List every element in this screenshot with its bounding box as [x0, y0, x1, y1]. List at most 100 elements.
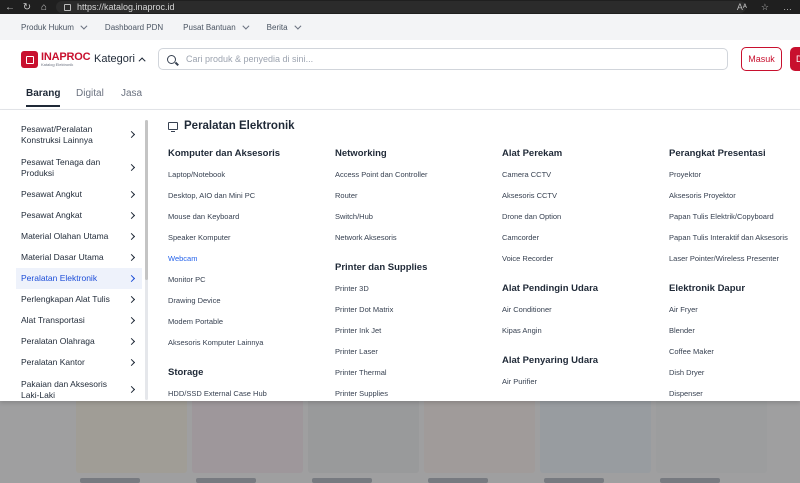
subcategory-link[interactable]: Camera CCTV — [502, 170, 662, 191]
chevron-right-icon — [127, 316, 136, 325]
sidebar-item[interactable]: Peralatan Elektronik — [16, 268, 142, 289]
subcategory-link[interactable]: Proyektor — [669, 170, 800, 191]
subcategory-group-title[interactable]: Komputer dan Aksesoris — [168, 148, 328, 170]
subcategory-link[interactable]: Kipas Angin — [502, 326, 662, 347]
tab-digital[interactable]: Digital — [76, 88, 104, 105]
register-button[interactable]: D — [790, 47, 800, 71]
subcategory-link[interactable]: Laser Pointer/Wireless Presenter — [669, 254, 800, 275]
sidebar-item[interactable]: Peralatan Kantor — [16, 352, 142, 373]
sidebar-item-label: Pesawat/Peralatan Konstruksi Lainnya — [21, 123, 93, 145]
chevron-right-icon — [127, 295, 136, 304]
sidebar-item[interactable]: Pesawat Angkat — [16, 205, 142, 226]
util-nav-item[interactable]: Dashboard PDN — [105, 23, 163, 32]
subcategory-link[interactable]: Printer Ink Jet — [335, 326, 495, 347]
logo-subtext: Katalog Elektronik — [41, 62, 74, 67]
kategori-dropdown[interactable]: Kategori — [94, 53, 146, 65]
subcategory-link[interactable]: Speaker Komputer — [168, 233, 328, 254]
subcategory-link[interactable]: Access Point dan Controller — [335, 170, 495, 191]
subcategory-group-title[interactable]: Networking — [335, 148, 495, 170]
subcategory-link[interactable]: HDD/SSD External Case Hub — [168, 389, 328, 401]
subcategory-link[interactable]: Papan Tulis Elektrik/Copyboard — [669, 212, 800, 233]
subcategory-group-title[interactable]: Perangkat Presentasi — [669, 148, 800, 170]
subcategory-group-title[interactable]: Storage — [168, 367, 328, 389]
page-overlay[interactable] — [0, 401, 800, 483]
favorite-star-icon[interactable]: ☆ — [761, 2, 769, 13]
subcategory-link[interactable]: Coffee Maker — [669, 347, 800, 368]
subcategory-group-title[interactable]: Elektronik Dapur — [669, 283, 800, 305]
chevron-right-icon — [127, 385, 136, 394]
util-nav-label: Pusat Bantuan — [183, 22, 236, 32]
subcategory-link[interactable]: Blender — [669, 326, 800, 347]
browser-menu-icon[interactable]: … — [783, 2, 792, 12]
sidebar-item[interactable]: Pesawat Angkut — [16, 184, 142, 205]
subcategory-link[interactable]: Drawing Device — [168, 296, 328, 317]
chevron-right-icon — [127, 274, 136, 283]
util-nav-label: Produk Hukum — [21, 22, 74, 32]
subcategory-group-title[interactable]: Alat Perekam — [502, 148, 662, 170]
tab-jasa[interactable]: Jasa — [121, 88, 142, 105]
subcategory-link[interactable]: Printer Laser — [335, 347, 495, 368]
subcategory-link[interactable]: Voice Recorder — [502, 254, 662, 275]
sidebar-item-label: Perlengkapan Alat Tulis — [21, 294, 110, 305]
subcategory-link[interactable]: Dispenser — [669, 389, 800, 401]
sidebar-item[interactable]: Pakaian dan Aksesoris Laki-Laki — [16, 373, 142, 401]
subcategory-link[interactable]: Papan Tulis Interaktif dan Aksesoris — [669, 233, 800, 254]
subcategory-link[interactable]: Printer Dot Matrix — [335, 305, 495, 326]
sidebar-item-label: Material Olahan Utama — [21, 231, 109, 242]
subcategory-link[interactable]: Aksesoris CCTV — [502, 191, 662, 212]
chevron-down-icon — [293, 22, 302, 30]
login-button[interactable]: Masuk — [741, 47, 782, 71]
subcategory-link[interactable]: Air Conditioner — [502, 305, 662, 326]
subcategory-link[interactable]: Printer Supplies — [335, 389, 495, 401]
subcategory-link[interactable]: Drone dan Option — [502, 212, 662, 233]
subcategory-link[interactable]: Mouse dan Keyboard — [168, 212, 328, 233]
back-icon[interactable]: ← — [3, 0, 17, 14]
subcategory-link[interactable]: Printer 3D — [335, 284, 495, 305]
subcategory-link[interactable]: Camcorder — [502, 233, 662, 254]
sidebar-item[interactable]: Material Dasar Utama — [16, 247, 142, 268]
sidebar-item[interactable]: Perlengkapan Alat Tulis — [16, 289, 142, 310]
util-nav-item[interactable]: Berita — [267, 22, 302, 32]
sidebar-item[interactable]: Pesawat/Peralatan Konstruksi Lainnya — [16, 118, 142, 151]
subcategory-link[interactable]: Monitor PC — [168, 275, 328, 296]
sidebar-item[interactable]: Material Olahan Utama — [16, 226, 142, 247]
sidebar-scrollbar[interactable] — [145, 120, 148, 400]
subcategory-link[interactable]: Laptop/Notebook — [168, 170, 328, 191]
subcategory-link[interactable]: Desktop, AIO dan Mini PC — [168, 191, 328, 212]
sidebar-item-label: Peralatan Kantor — [21, 357, 85, 368]
subcategory-link[interactable]: Air Fryer — [669, 305, 800, 326]
util-nav-label: Dashboard PDN — [104, 22, 164, 32]
subcategory-group-title[interactable]: Printer dan Supplies — [335, 262, 495, 284]
inaproc-logo[interactable]: INAPROC Katalog Elektronik — [21, 51, 91, 68]
subcategory-link[interactable]: Webcam — [168, 254, 328, 275]
subcategory-link[interactable]: Switch/Hub — [335, 212, 495, 233]
lock-icon — [64, 3, 71, 11]
subcategory-group-title[interactable]: Alat Pendingin Udara — [502, 283, 662, 305]
subcategory-link[interactable]: Modem Portable — [168, 317, 328, 338]
chevron-right-icon — [127, 253, 136, 262]
sidebar-item[interactable]: Alat Transportasi — [16, 310, 142, 331]
subcategory-link[interactable]: Aksesoris Proyektor — [669, 191, 800, 212]
tab-barang[interactable]: Barang — [26, 88, 61, 107]
scrollbar-thumb[interactable] — [145, 120, 148, 280]
sidebar-item-label: Pesawat Angkat — [21, 210, 82, 221]
subcategory-link[interactable]: Printer Thermal — [335, 368, 495, 389]
reload-icon[interactable]: ↻ — [20, 0, 34, 14]
chevron-right-icon — [127, 130, 136, 139]
subcategory-link[interactable]: Air Purifier — [502, 377, 662, 398]
address-bar[interactable]: https://katalog.inaproc.id — [56, 1, 746, 13]
util-nav-item[interactable]: Produk Hukum — [21, 22, 88, 32]
sidebar-item[interactable]: Peralatan Olahraga — [16, 331, 142, 352]
reader-mode-icon[interactable]: Aᴬ — [737, 2, 747, 12]
subcategory-link[interactable]: Router — [335, 191, 495, 212]
subcategory-group-title[interactable]: Alat Penyaring Udara — [502, 355, 662, 377]
util-nav-item[interactable]: Pusat Bantuan — [183, 22, 250, 32]
subcategory-link[interactable]: Network Aksesoris — [335, 233, 495, 254]
search-input[interactable] — [186, 54, 706, 64]
sidebar-item[interactable]: Pesawat Tenaga dan Produksi — [16, 151, 142, 184]
subcategory-link[interactable]: Dish Dryer — [669, 368, 800, 389]
subcategory-link[interactable]: Aksesoris Komputer Lainnya — [168, 338, 328, 359]
utility-nav: Produk Hukum Dashboard PDN Pusat Bantuan Be… — [0, 14, 800, 40]
home-icon[interactable]: ⌂ — [37, 0, 51, 14]
category-title: Peralatan Elektronik — [168, 120, 295, 132]
